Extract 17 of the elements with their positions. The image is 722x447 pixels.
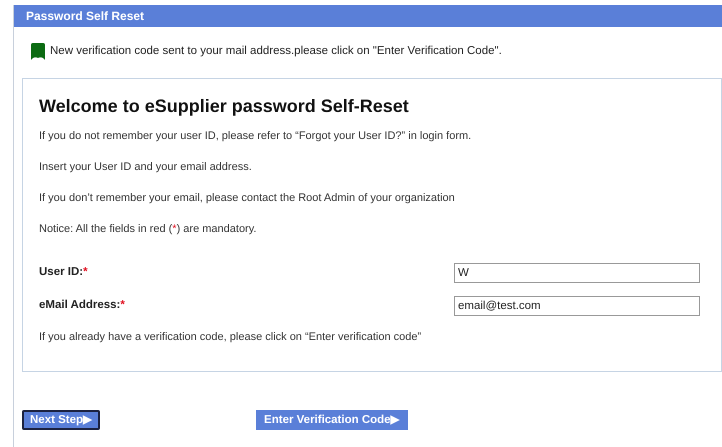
field-label: User ID: (39, 265, 84, 280)
header-title: Password Self Reset (26, 8, 144, 25)
input-field[interactable]: W (454, 263, 700, 283)
info-text: If you already have a verification code, please click on “Enter verification code” (39, 330, 422, 345)
step-button[interactable]: Next Step▶ (22, 410, 100, 430)
notice-text: Notice: All the fields in red (*) are mandatory. (39, 222, 258, 237)
info-text: If you do not remember your user ID, please refer to “Forgot your User ID?” in login form. (39, 129, 472, 144)
required-asterisk: * (83, 265, 88, 280)
step-button[interactable]: Enter Verification Code▶ (256, 410, 408, 430)
input-field[interactable]: email@test.com (454, 296, 700, 316)
required-asterisk: * (120, 298, 125, 314)
info-text: If you don’t remember your email, please contact the Root Admin of your organization (39, 191, 456, 206)
info-text: Insert your User ID and your email address. (39, 160, 253, 175)
panel-title: Welcome to eSupplier password Self-Reset (39, 95, 410, 118)
success-icon (29, 43, 47, 61)
message-text: New verification code sent to your mail address.please click on "Enter Verification Code". (50, 44, 502, 60)
field-label: eMail Address: (39, 298, 120, 314)
